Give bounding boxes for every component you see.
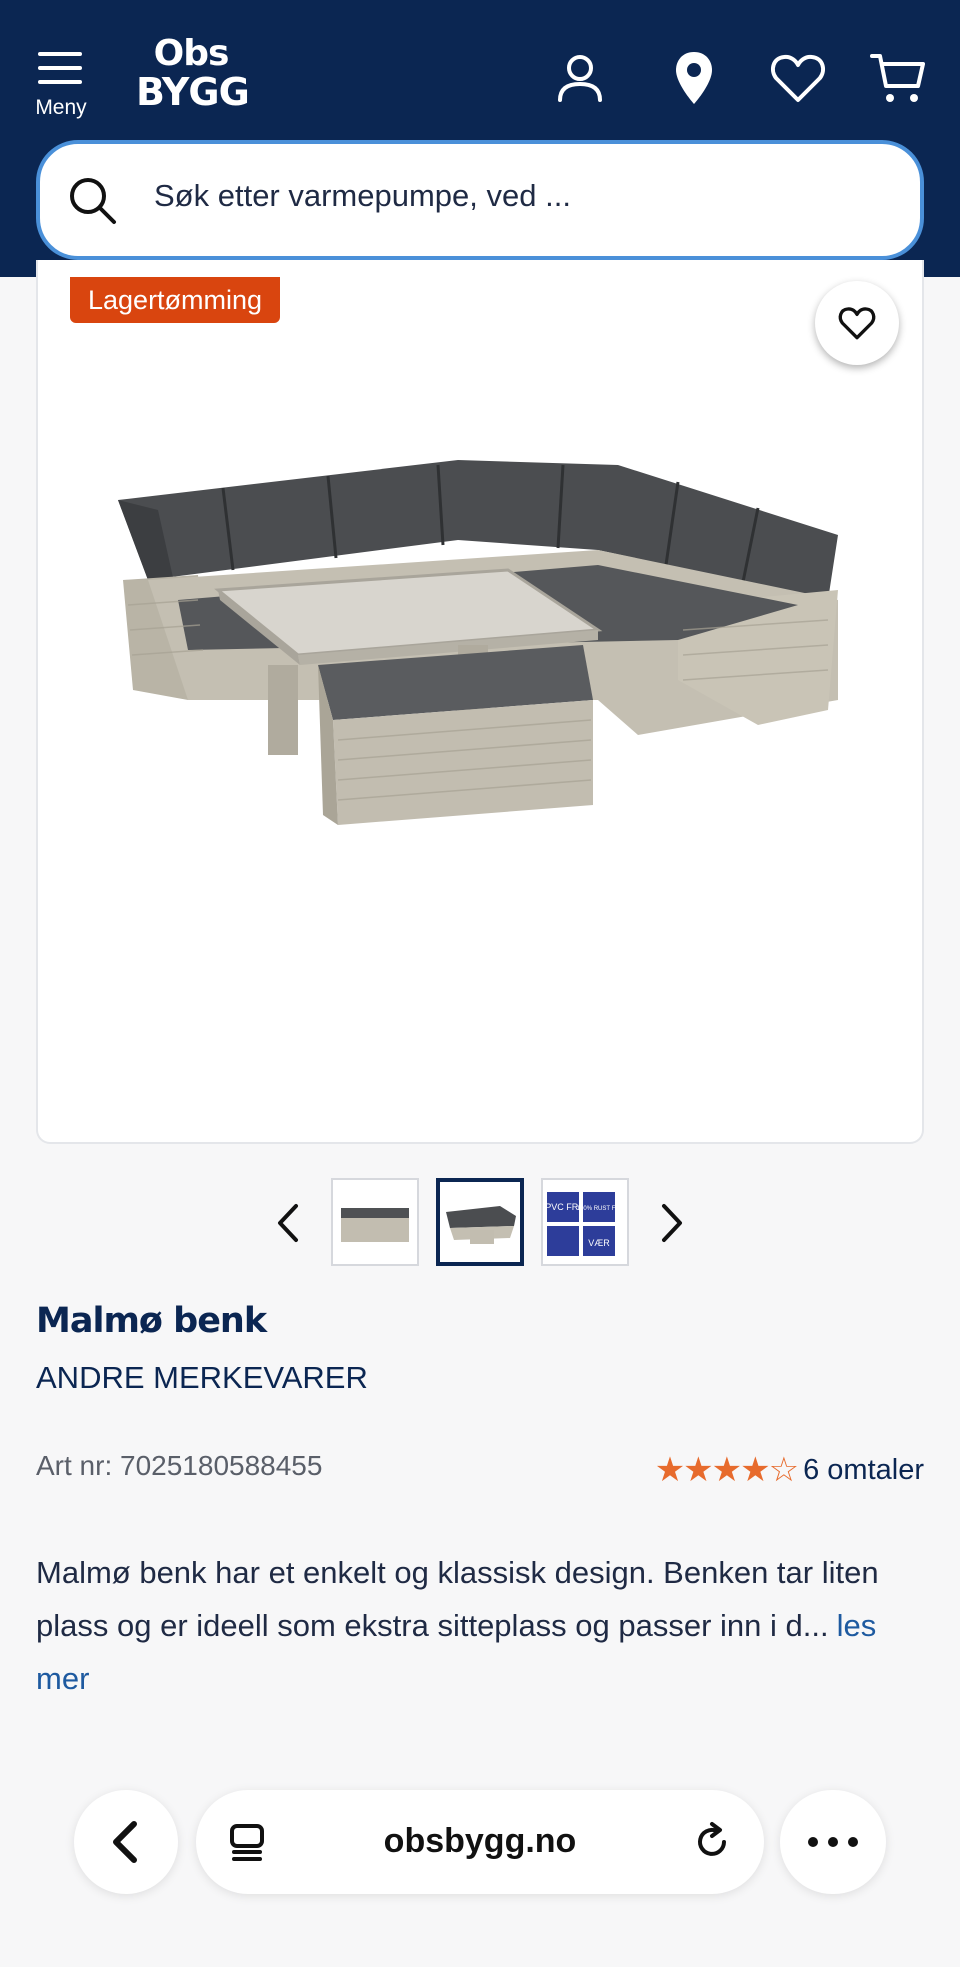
chevron-left-icon[interactable] [268,1200,308,1246]
thumbnail-2[interactable] [436,1178,524,1266]
menu-label: Meny [35,96,87,119]
product-brand-link[interactable]: ANDRE MERKEVARER [36,1360,368,1396]
svg-text:VÆR: VÆR [588,1238,610,1248]
heart-icon [838,307,876,340]
reload-icon[interactable] [690,1820,734,1864]
image-carousel: PVC FRI 100% RUST FRI VÆR [0,1178,960,1268]
favorite-button[interactable] [815,281,899,365]
product-image-card[interactable] [36,260,924,1144]
svg-text:100% RUST FRI: 100% RUST FRI [577,1206,622,1212]
thumbnail-3[interactable]: PVC FRI 100% RUST FRI VÆR [541,1178,629,1266]
site-header: Meny Obs BYGG Søk etter varmepumpe, ved … [0,0,960,277]
reviews-link[interactable]: 6 omtaler [803,1454,924,1487]
product-image [118,460,838,825]
obs-bygg-logo[interactable]: Obs BYGG [136,36,250,114]
search-icon [62,170,122,230]
product-description: Malmø benk har et enkelt og klassisk des… [36,1555,879,1696]
rating-stars: ★★★★☆ [654,1450,799,1490]
browser-more-button[interactable] [780,1790,886,1894]
sale-badge: Lagertømming [70,277,281,323]
thumbnail-1[interactable] [331,1178,419,1266]
cart-icon[interactable] [868,48,928,108]
chevron-right-icon[interactable] [652,1200,692,1246]
user-icon[interactable] [550,48,610,108]
browser-back-button[interactable] [74,1790,178,1894]
browser-address-bar[interactable]: obsbygg.no [196,1790,764,1894]
hamburger-icon [38,52,82,86]
chevron-left-icon [113,1821,137,1863]
svg-text:PVC FRI: PVC FRI [545,1202,581,1212]
url-text: obsbygg.no [383,1822,577,1860]
search-input[interactable]: Søk etter varmepumpe, ved ... [36,140,924,260]
product-rating[interactable]: ★★★★☆ 6 omtaler [655,1450,924,1490]
location-pin-icon[interactable] [664,48,724,108]
product-title: Malmø benk [36,1301,267,1341]
more-dots-icon [808,1837,858,1847]
search-placeholder: Søk etter varmepumpe, ved ... [154,178,571,213]
menu-button[interactable]: Meny [30,48,92,120]
heart-icon[interactable] [768,48,828,108]
article-number: Art nr: 7025180588455 [36,1450,323,1481]
